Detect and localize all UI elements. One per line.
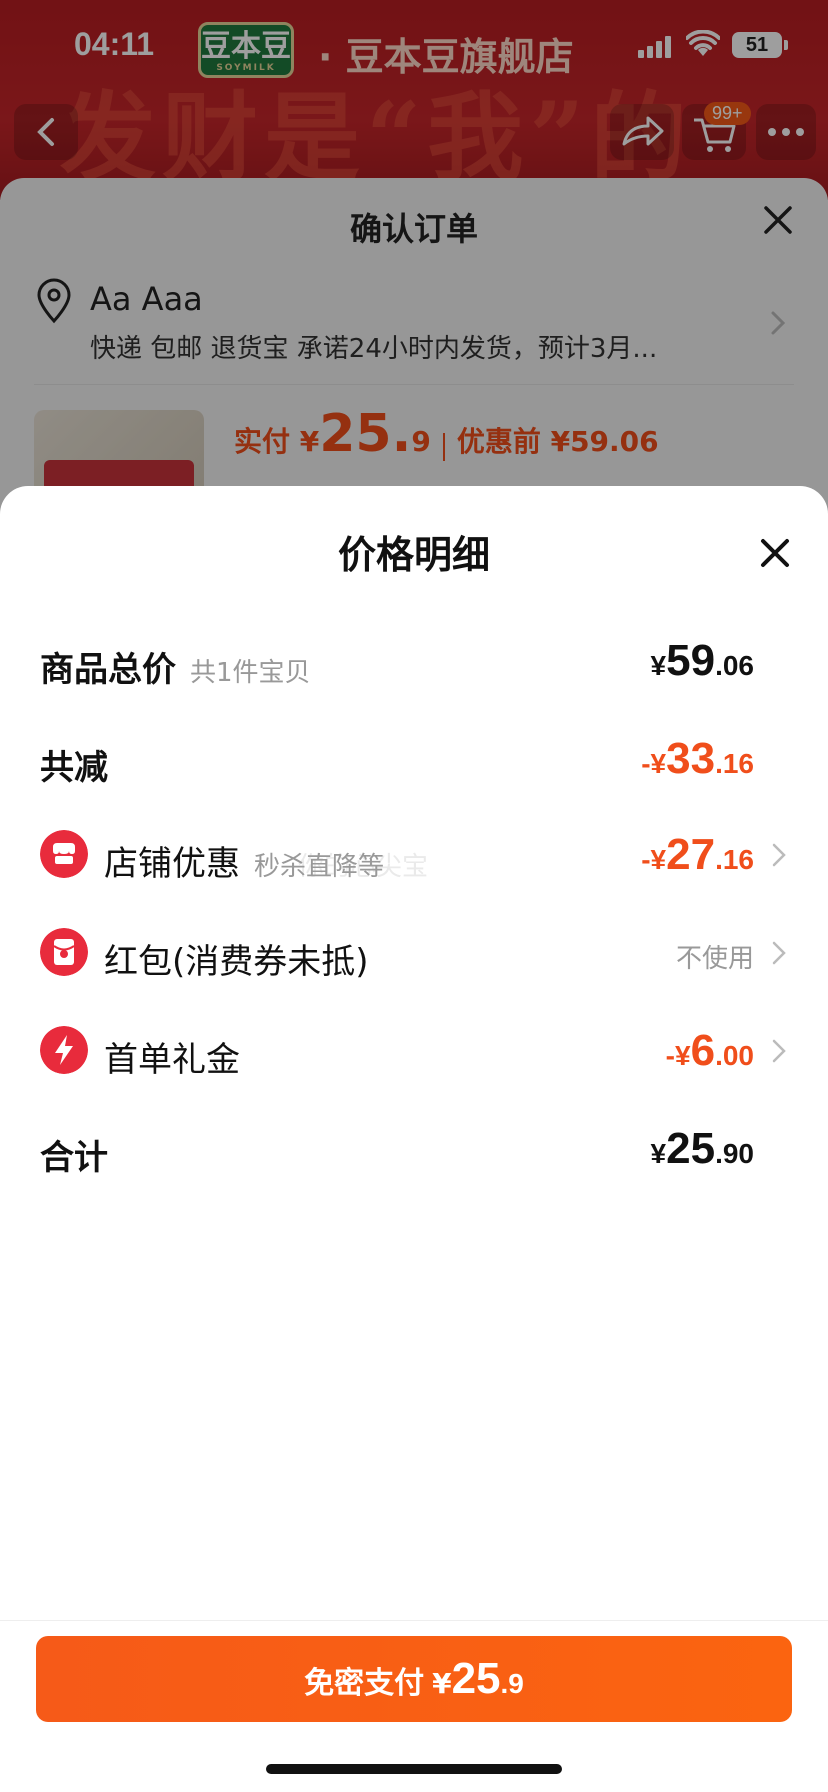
order-title: 确认订单 bbox=[349, 210, 478, 248]
cart-badge: 99+ bbox=[704, 102, 751, 125]
brand-logo: 豆本豆 SOYMILK bbox=[198, 22, 294, 78]
pay-button[interactable]: 免密支付 ¥25.9 bbox=[36, 1636, 792, 1722]
address-name[interactable]: Aa Aaa bbox=[90, 280, 203, 318]
row-red-packet[interactable]: 红包(消费券未抵) 不使用 bbox=[40, 924, 788, 984]
battery-icon: 51 bbox=[732, 32, 788, 58]
modal-title: 价格明细 bbox=[337, 533, 490, 577]
chevron-left-icon bbox=[37, 118, 54, 146]
row-first-order-gift[interactable]: 首单礼金 -¥6.00 bbox=[40, 1022, 788, 1082]
close-icon[interactable] bbox=[758, 200, 798, 240]
wifi-icon bbox=[686, 30, 720, 56]
row-value: ¥59.06 bbox=[650, 636, 754, 685]
chevron-right-icon[interactable] bbox=[770, 840, 788, 870]
status-time: 04:11 bbox=[74, 26, 155, 62]
row-goods-total: 商品总价 共1件宝贝 ¥59.06 bbox=[40, 632, 788, 692]
pay-summary: 实付 ¥25.9 优惠前 ¥59.06 bbox=[234, 404, 659, 464]
lightning-icon bbox=[40, 1026, 88, 1074]
row-label: 商品总价 bbox=[40, 650, 176, 690]
row-value: ¥25.90 bbox=[650, 1124, 754, 1173]
store-icon bbox=[40, 830, 88, 878]
row-label: 红包(消费券未抵) bbox=[104, 942, 369, 982]
watermark: 你的心尖宝 bbox=[298, 852, 429, 882]
share-button[interactable] bbox=[610, 104, 674, 160]
share-icon bbox=[622, 116, 664, 146]
row-value: -¥6.00 bbox=[665, 1026, 754, 1075]
row-label: 合计 bbox=[40, 1138, 108, 1178]
chevron-right-icon[interactable] bbox=[770, 1036, 788, 1066]
home-indicator bbox=[266, 1764, 562, 1774]
delivery-info: 快递 包邮 退货宝 承诺24小时内发货，预计3月... bbox=[90, 334, 658, 364]
row-total-discount: 共减 -¥33.16 bbox=[40, 730, 788, 790]
divider bbox=[34, 384, 794, 385]
chevron-right-icon[interactable] bbox=[768, 308, 788, 338]
price-detail-modal: 价格明细 商品总价 共1件宝贝 ¥59.06 共减 -¥33.16 店铺优惠 秒杀直… bbox=[0, 486, 828, 1792]
row-label: 店铺优惠 bbox=[104, 844, 240, 884]
status-bar: 04:11 豆本豆 SOYMILK · 豆本豆旗舰店 51 bbox=[0, 0, 828, 92]
row-value: 不使用 bbox=[675, 944, 754, 974]
more-button[interactable] bbox=[756, 104, 816, 160]
cart-button[interactable]: 99+ bbox=[682, 102, 751, 160]
row-grand-total: 合计 ¥25.90 bbox=[40, 1120, 788, 1180]
close-icon[interactable] bbox=[758, 536, 792, 570]
row-label: 共减 bbox=[40, 748, 108, 788]
location-pin-icon bbox=[37, 278, 71, 324]
signal-icon bbox=[638, 36, 671, 58]
store-name: · 豆本豆旗舰店 bbox=[318, 35, 574, 79]
row-label: 首单礼金 bbox=[104, 1040, 240, 1080]
chevron-right-icon[interactable] bbox=[770, 938, 788, 968]
row-value: -¥33.16 bbox=[641, 734, 754, 783]
more-icon bbox=[768, 128, 804, 136]
back-button[interactable] bbox=[14, 104, 78, 160]
divider bbox=[0, 1620, 828, 1621]
row-value: -¥27.16 bbox=[641, 830, 754, 879]
confirm-order-sheet: 确认订单 Aa Aaa 快递 包邮 退货宝 承诺24小时内发货，预计3月... … bbox=[0, 178, 828, 550]
red-envelope-icon bbox=[40, 928, 88, 976]
row-sublabel: 共1件宝贝 bbox=[190, 658, 311, 688]
